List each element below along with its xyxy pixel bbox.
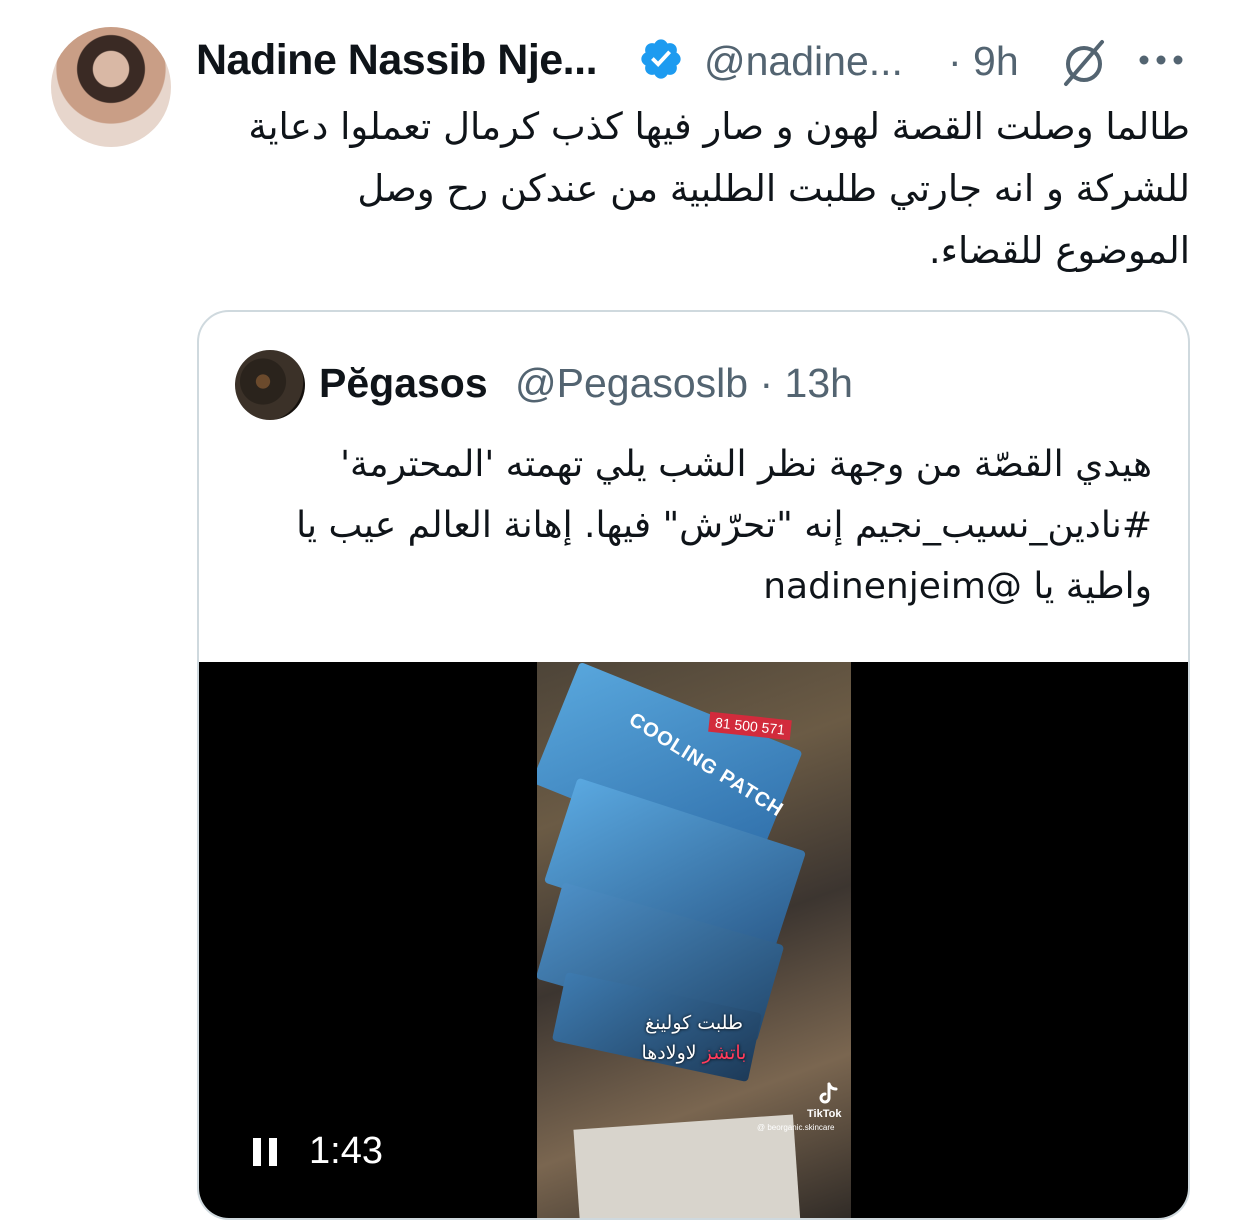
video-player[interactable]: COOLING PATCH 81 500 571 طلبت كولينغ بات… [199, 662, 1188, 1218]
tweet-timestamp[interactable]: · 9h [948, 38, 1019, 85]
quoted-author-name[interactable]: Pĕgasos [319, 360, 488, 407]
author-handle[interactable]: @nadine... [704, 38, 903, 85]
video-caption-rest: لاولادها [641, 1042, 697, 1064]
quoted-tweet-text: هيدي القصّة من وجهة نظر الشب يلي تهمته '… [296, 444, 1152, 607]
video-duration: 1:43 [309, 1130, 383, 1172]
author-avatar[interactable] [51, 27, 171, 147]
grok-icon[interactable] [1056, 34, 1112, 90]
verified-badge-icon [641, 39, 681, 79]
tweet-text: طالما وصلت القصة لهون و صار فيها كذب كرم… [248, 105, 1190, 272]
video-frame[interactable]: COOLING PATCH 81 500 571 طلبت كولينغ بات… [537, 662, 851, 1218]
tiktok-watermark: TikTok [807, 1108, 842, 1120]
quoted-tweet-card[interactable]: Pĕgasos @Pegasoslb · 13h هيدي القصّة من … [197, 310, 1190, 1220]
quoted-author-handle-time[interactable]: @Pegasoslb · 13h [515, 360, 853, 407]
pause-icon[interactable] [251, 1134, 281, 1170]
tiktok-username: @ beorganic.skincare [757, 1123, 835, 1132]
video-caption-line1: طلبت كولينغ [644, 1012, 744, 1034]
video-caption-line2: باتشز لاولادها [537, 1042, 851, 1064]
author-name[interactable]: Nadine Nassib Nje... [196, 36, 598, 85]
tiktok-icon [819, 1082, 838, 1104]
video-caption-highlight: باتشز [702, 1042, 747, 1064]
more-icon[interactable] [1136, 52, 1186, 68]
quoted-author-avatar[interactable] [235, 350, 305, 420]
tweet-header: Nadine Nassib Nje... @nadine... · 9h [196, 30, 1196, 88]
